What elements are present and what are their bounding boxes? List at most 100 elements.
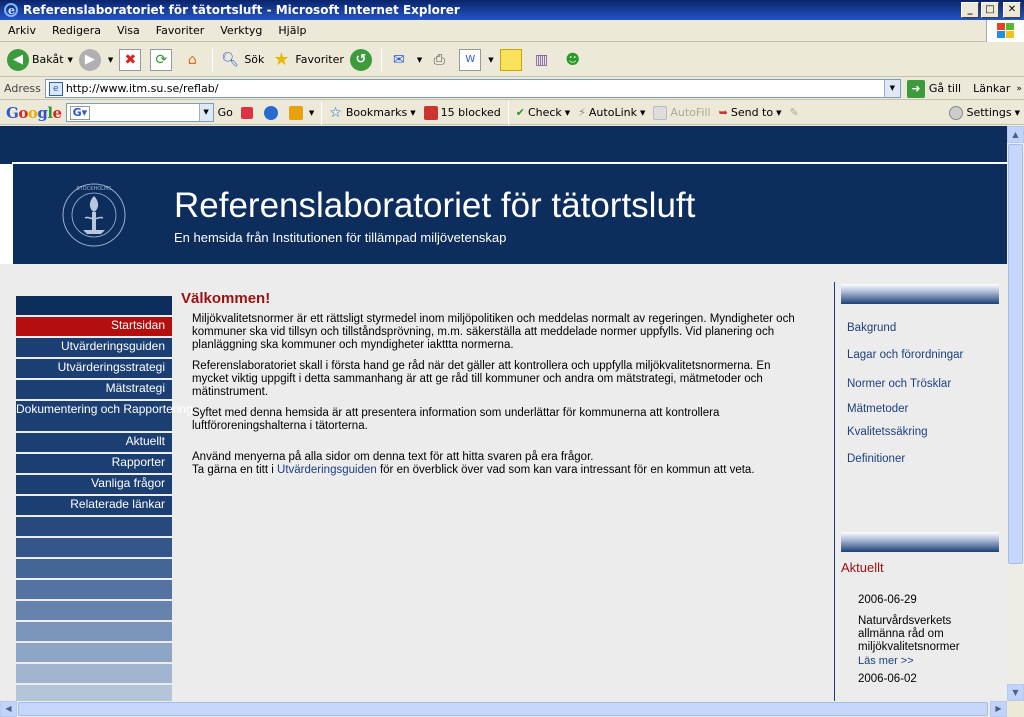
minimize-button[interactable]: _	[961, 2, 979, 18]
note-icon	[499, 48, 522, 71]
link-definitioner[interactable]: Definitioner	[847, 453, 905, 465]
globe-button[interactable]	[260, 105, 285, 120]
scroll-thumb[interactable]	[1008, 144, 1023, 564]
scroll-right-icon[interactable]: ▶	[990, 701, 1007, 717]
close-button[interactable]: ✕	[1003, 2, 1021, 18]
wand-icon: ⚡	[578, 106, 586, 119]
scroll-left-icon[interactable]: ◀	[0, 701, 17, 717]
chevron-down-icon: ▼	[416, 55, 423, 64]
autolink-button[interactable]: ⚡ AutoLink ▼	[574, 106, 649, 119]
menu-verktyg[interactable]: Verktyg	[212, 24, 270, 37]
refresh-button[interactable]: ⟳	[147, 46, 178, 74]
news-icon	[240, 106, 253, 119]
chevron-down-icon[interactable]: ▼	[198, 104, 213, 121]
scroll-up-icon[interactable]: ▲	[1007, 126, 1024, 143]
nav-item-vanliga-fragor[interactable]: Vanliga frågor	[16, 475, 172, 494]
link-matmetoder[interactable]: Mätmetoder	[847, 403, 908, 415]
menu-hjalp[interactable]: Hjälp	[270, 24, 314, 37]
link-kvalitetssakring[interactable]: Kvalitetssäkring	[847, 426, 928, 438]
nav-item-utvarderingsstrategi[interactable]: Utvärderingsstrategi	[16, 359, 172, 378]
news-heading: Aktuellt	[841, 560, 884, 575]
books-icon: ▥	[535, 51, 549, 68]
page-viewport: STOCKHOLMS Referenslaboratoriet för täto…	[0, 126, 1007, 701]
vertical-scrollbar[interactable]: ▲ ▼	[1007, 126, 1024, 701]
nav-item-rapporter[interactable]: Rapporter	[16, 454, 172, 473]
nav-spacer	[16, 601, 172, 620]
chevron-right-icon[interactable]: »	[1016, 84, 1022, 94]
sendto-button[interactable]: ➥ Send to ▼	[715, 106, 786, 119]
chevron-down-icon: ▼	[488, 55, 494, 64]
messenger-button[interactable]: ☻	[559, 46, 590, 74]
search-button[interactable]: 🔍︎ Sök	[216, 46, 267, 74]
menu-visa[interactable]: Visa	[109, 24, 148, 37]
nav-spacer	[16, 664, 172, 683]
news-button[interactable]	[237, 106, 260, 119]
menu-favoriter[interactable]: Favoriter	[148, 24, 212, 37]
pagerank-button[interactable]: ▼	[285, 105, 318, 120]
favorites-button[interactable]: ★ Favoriter	[267, 46, 346, 74]
autofill-button[interactable]: AutoFill	[649, 105, 714, 120]
links-button[interactable]: Länkar	[973, 82, 1010, 95]
nav-item-dokumentering[interactable]: Dokumentering och Rapportering	[16, 401, 193, 431]
nav-item-utvarderingsguiden[interactable]: Utvärderingsguiden	[16, 338, 172, 357]
address-input[interactable]: e http://www.itm.su.se/reflab/ ▼	[44, 79, 901, 98]
link-bakgrund[interactable]: Bakgrund	[847, 322, 896, 334]
nav-item-aktuellt[interactable]: Aktuellt	[16, 433, 172, 452]
google-go-button[interactable]: Go	[214, 106, 237, 119]
scroll-down-icon[interactable]: ▼	[1007, 684, 1024, 701]
intro-paragraph: Miljökvalitetsnormer är ett rättsligt st…	[192, 313, 795, 351]
news-text: Naturvårdsverkets allmänna råd om miljök…	[858, 615, 960, 653]
nav-item-matstrategi[interactable]: Mätstrategi	[16, 380, 172, 399]
highlight-button[interactable]: ✎	[785, 106, 802, 119]
forward-button[interactable]: ▶ ▼	[76, 46, 116, 74]
scroll-thumb[interactable]	[18, 702, 988, 716]
utvarderingsguiden-link[interactable]: Utvärderingsguiden	[277, 464, 377, 476]
page-icon: e	[48, 81, 63, 96]
google-toolbar: Google G▾ ▼ Go ▼ ☆ Bookmarks ▼ 15 blocked …	[0, 100, 1024, 125]
purpose-paragraph: Syftet med denna hemsida är att presente…	[192, 407, 720, 432]
bookmarks-button[interactable]: ☆ Bookmarks ▼	[325, 105, 419, 121]
read-more-link[interactable]: Läs mer >>	[858, 655, 914, 667]
edit-button[interactable]: W ▼	[456, 46, 496, 74]
ie-icon: e	[4, 3, 18, 17]
history-button[interactable]: ↺	[347, 46, 378, 74]
word-icon: W	[459, 48, 482, 71]
menu-redigera[interactable]: Redigera	[44, 24, 109, 37]
nav-spacer	[16, 517, 172, 536]
google-search-input[interactable]: G▾ ▼	[65, 103, 214, 122]
home-icon: ⌂	[187, 51, 197, 68]
page-body: Startsidan Utvärderingsguiden Utvärderin…	[0, 264, 1007, 701]
spellcheck-button[interactable]: ✔ Check ▼	[512, 106, 574, 119]
nav-spacer	[16, 580, 172, 599]
autofill-icon	[653, 105, 668, 120]
home-button[interactable]: ⌂	[178, 46, 209, 74]
chevron-down-icon: ▼	[308, 108, 315, 117]
settings-button[interactable]: Settings ▼	[945, 105, 1024, 120]
stop-button[interactable]: ✖	[116, 46, 147, 74]
horizontal-scrollbar[interactable]: ◀ ▶	[0, 701, 1007, 717]
star-icon: ★	[273, 49, 290, 70]
toolbar-separator	[507, 100, 509, 125]
maximize-button[interactable]: □	[981, 2, 999, 18]
news-date: 2006-06-29	[858, 594, 917, 606]
menu-arkiv[interactable]: Arkiv	[0, 24, 44, 37]
link-lagar[interactable]: Lagar och förordningar	[847, 349, 963, 361]
popup-blocker-button[interactable]: 15 blocked	[420, 105, 505, 120]
discuss-button[interactable]	[497, 46, 528, 74]
link-normer[interactable]: Normer och Trösklar	[847, 378, 951, 390]
print-button[interactable]: ⎙	[425, 46, 456, 74]
title-bar: e Referenslaboratoriet för tätortsluft -…	[0, 0, 1024, 20]
address-bar: Adress e http://www.itm.su.se/reflab/ ▼ …	[0, 78, 1024, 100]
mail-button[interactable]: ✉ ▼	[385, 46, 425, 74]
chevron-down-icon: ▼	[410, 108, 416, 117]
chevron-down-icon[interactable]: ▼	[883, 80, 900, 97]
research-button[interactable]: ▥	[528, 46, 559, 74]
chevron-down-icon: ▼	[776, 108, 782, 117]
nav-item-relaterade-lankar[interactable]: Relaterade länkar	[16, 496, 172, 515]
nav-header	[16, 296, 172, 315]
go-button[interactable]: ➜ Gå till	[906, 79, 961, 98]
guide-paragraph: Ta gärna en titt i Utvärderingsguiden fö…	[192, 464, 755, 476]
back-button[interactable]: ◀ Bakåt ▼	[4, 46, 76, 74]
nav-item-startsidan[interactable]: Startsidan	[16, 317, 172, 336]
right-header-bar	[841, 284, 999, 304]
